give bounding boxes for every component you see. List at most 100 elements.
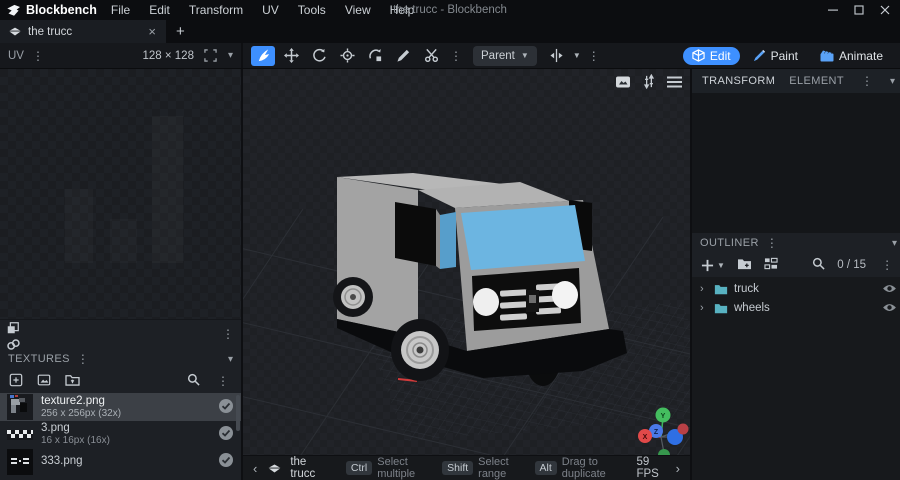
uv-editor-canvas[interactable] xyxy=(0,69,241,319)
copy-uv-icon[interactable] xyxy=(6,321,235,338)
texture-enabled-icon[interactable] xyxy=(218,425,234,444)
outliner-toolbar-menu-icon[interactable]: ⋮ xyxy=(878,259,896,271)
create-texture-icon[interactable] xyxy=(9,373,23,390)
viewport-column: Z X Y ‹ the trucc Ctrl Select multiple S… xyxy=(243,69,690,480)
element-menu-icon[interactable]: ⋮ xyxy=(858,75,876,87)
texture-resolution: 128 × 128 xyxy=(142,49,194,62)
texture-row[interactable]: texture2.png 256 x 256px (32x) xyxy=(0,393,241,421)
pivot-tool-button[interactable] xyxy=(335,46,359,66)
transform-collapse-icon[interactable]: ▾ xyxy=(890,76,895,87)
mode-animate-button[interactable]: Animate xyxy=(811,47,892,65)
move-tool-button[interactable] xyxy=(279,46,303,66)
outliner-row-wheels[interactable]: › wheels xyxy=(692,298,900,317)
svg-text:Z: Z xyxy=(654,429,659,436)
menu-help[interactable]: Help xyxy=(390,3,415,17)
minimize-icon[interactable] xyxy=(828,5,838,15)
outliner-row-truck[interactable]: › truck xyxy=(692,279,900,298)
uv-collapse-icon[interactable]: ▾ xyxy=(228,50,233,61)
tab-close-icon[interactable]: × xyxy=(146,24,158,39)
new-tab-button[interactable]: + xyxy=(166,20,195,43)
uv-side-menu-icon[interactable]: ⋮ xyxy=(219,328,237,340)
group-name: truck xyxy=(734,282,759,295)
textures-panel: TEXTURES ⋮ ▾ ⋮ texture2.png 256 x 256px … xyxy=(0,349,241,480)
textures-toolbar-menu-icon[interactable]: ⋮ xyxy=(214,375,232,387)
rotate-tool-button[interactable] xyxy=(307,46,331,66)
texture-row[interactable]: 333.png xyxy=(0,448,241,475)
left-panel: ⋮ TEXTURES ⋮ ▾ ⋮ texture2.png 256 x 256p… xyxy=(0,69,243,480)
mode-edit-button[interactable]: Edit xyxy=(682,46,740,65)
outliner-menu-icon[interactable]: ⋮ xyxy=(763,237,781,249)
window-controls xyxy=(828,5,894,15)
menu-transform[interactable]: Transform xyxy=(189,3,243,17)
viewport-settings-icon[interactable] xyxy=(642,74,656,89)
visibility-eye-icon[interactable] xyxy=(882,302,897,313)
rear-wheel xyxy=(333,277,373,317)
uv-panel-header: UV ⋮ 128 × 128 ▾ xyxy=(0,43,243,68)
mirror-tool-button[interactable] xyxy=(545,46,569,66)
screenshot-icon[interactable] xyxy=(615,75,631,89)
toolbar-overflow-icon[interactable]: ⋮ xyxy=(447,50,465,62)
menu-file[interactable]: File xyxy=(111,3,130,17)
import-folder-icon[interactable] xyxy=(65,373,80,389)
texture-thumbnail xyxy=(7,448,33,475)
main-area: ⋮ TEXTURES ⋮ ▾ ⋮ texture2.png 256 x 256p… xyxy=(0,69,900,480)
mode-paint-button[interactable]: Paint xyxy=(744,47,807,65)
close-icon[interactable] xyxy=(880,5,890,15)
key-badge: Shift xyxy=(442,461,474,475)
right-panel: TRANSFORM ELEMENT ⋮ ▾ OUTLINER ⋮ ▾ ▼ 0 /… xyxy=(690,69,900,480)
mirror-dropdown-icon[interactable]: ▼ xyxy=(573,51,581,60)
vertex-snap-tool-button[interactable] xyxy=(363,46,387,66)
blockbench-logo-icon xyxy=(7,4,20,16)
key-badge: Alt xyxy=(534,461,557,475)
outliner-collapse-icon[interactable]: ▾ xyxy=(892,238,897,249)
menu-edit[interactable]: Edit xyxy=(149,3,170,17)
uv-panel-title: UV xyxy=(8,49,24,62)
3d-viewport[interactable]: Z X Y xyxy=(243,69,690,455)
menu-tools[interactable]: Tools xyxy=(298,3,326,17)
maximize-icon[interactable] xyxy=(854,5,864,15)
texture-enabled-icon[interactable] xyxy=(218,452,234,471)
rotation-space-value: Parent xyxy=(481,49,515,62)
chevron-down-icon: ▼ xyxy=(520,51,529,60)
visibility-eye-icon[interactable] xyxy=(882,283,897,294)
link-uv-icon[interactable] xyxy=(6,338,235,354)
mirror-menu-icon[interactable]: ⋮ xyxy=(585,50,603,62)
texture-name: 333.png xyxy=(41,454,83,467)
chevron-right-icon[interactable]: › xyxy=(674,461,682,476)
texture-list: texture2.png 256 x 256px (32x) 3.png 16 … xyxy=(0,393,241,480)
scene-canvas[interactable]: Z X Y xyxy=(243,69,690,455)
chevron-left-icon[interactable]: ‹ xyxy=(251,461,259,476)
texture-row[interactable]: 3.png 16 x 16px (16x) xyxy=(0,421,241,448)
tab-element[interactable]: ELEMENT xyxy=(789,75,844,87)
brush-tool-button[interactable] xyxy=(391,46,415,66)
add-group-icon[interactable] xyxy=(737,257,752,273)
rotation-space-dropdown[interactable]: Parent ▼ xyxy=(473,45,537,66)
scissors-tool-button[interactable] xyxy=(419,46,443,66)
textures-menu-icon[interactable]: ⋮ xyxy=(74,353,92,365)
import-texture-icon[interactable] xyxy=(37,373,51,390)
hint-alt: Alt Drag to duplicate xyxy=(534,456,619,480)
add-element-button[interactable]: ▼ xyxy=(701,259,725,272)
menu-uv[interactable]: UV xyxy=(262,3,279,17)
status-project-name: the trucc xyxy=(290,456,316,480)
tab-transform[interactable]: TRANSFORM xyxy=(702,75,775,87)
outliner-toolbar: ▼ 0 / 15 ⋮ xyxy=(692,253,900,277)
search-outliner-icon[interactable] xyxy=(812,257,825,273)
textures-collapse-icon[interactable]: ▾ xyxy=(228,354,233,365)
texture-list-scrollbar[interactable] xyxy=(236,395,240,431)
search-textures-icon[interactable] xyxy=(187,373,200,389)
project-tab[interactable]: the trucc × xyxy=(0,20,166,43)
select-tool-button[interactable] xyxy=(251,45,275,66)
sort-outliner-icon[interactable] xyxy=(764,257,778,273)
viewport-menu-icon[interactable] xyxy=(667,76,682,88)
texture-enabled-icon[interactable] xyxy=(218,398,234,417)
textures-title: TEXTURES xyxy=(8,353,70,365)
expand-icon[interactable]: › xyxy=(700,283,708,295)
expand-icon[interactable]: › xyxy=(700,302,708,314)
mode-paint-label: Paint xyxy=(770,48,798,63)
viewport-toolbar xyxy=(615,74,682,89)
uv-menu-icon[interactable]: ⋮ xyxy=(29,50,47,62)
frame-uv-icon[interactable] xyxy=(199,46,223,66)
menu-view[interactable]: View xyxy=(345,3,371,17)
toolbar: UV ⋮ 128 × 128 ▾ ⋮ Parent ▼ ▼ ⋮ Edit Pai… xyxy=(0,43,900,69)
